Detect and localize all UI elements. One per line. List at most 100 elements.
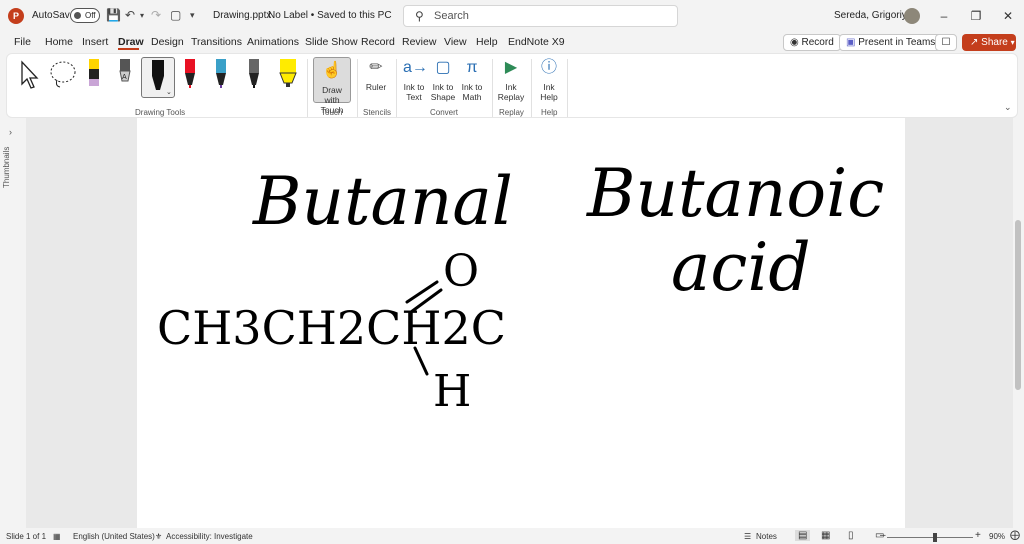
ink-word-acid: acid: [671, 229, 811, 306]
tab-file[interactable]: File: [14, 36, 31, 48]
close-icon[interactable]: ✕: [996, 6, 1020, 26]
title-bar: P AutoSave Off 💾 ↶ ▾ ↷ ▢ ▾ Drawing.pptx …: [0, 0, 1024, 32]
notes-icon[interactable]: ☰: [744, 532, 751, 541]
ink-to-math-label: Ink to Math: [461, 82, 483, 102]
tab-insert[interactable]: Insert: [82, 36, 108, 48]
sensitivity-label-status[interactable]: No Label • Saved to this PC: [268, 10, 392, 21]
select-cursor-icon[interactable]: [17, 60, 43, 90]
ink-replay-button[interactable]: ▶ Ink Replay: [496, 57, 526, 102]
expand-thumbnails-icon[interactable]: ›: [9, 127, 12, 137]
redo-icon[interactable]: ↷: [151, 8, 161, 22]
present-in-teams-label: Present in Teams: [858, 37, 936, 48]
draw-with-touch-button[interactable]: ☝ Draw with Touch: [313, 57, 351, 115]
zoom-slider-handle[interactable]: [933, 533, 937, 542]
avatar[interactable]: [904, 8, 920, 24]
black-pen-selected[interactable]: ⌄: [141, 57, 175, 98]
eraser-pen-icon[interactable]: A: [118, 59, 132, 89]
ruler-label: Ruler: [365, 82, 387, 92]
ink-to-shape-button[interactable]: ▢ Ink to Shape: [429, 57, 457, 102]
tab-animations[interactable]: Animations: [247, 36, 299, 48]
accessibility-icon[interactable]: ⚜: [155, 532, 162, 541]
ribbon-separator: [567, 59, 568, 117]
slide[interactable]: Butanal Butanoic acid CH3CH2CH2C O H: [137, 118, 905, 528]
touch-hand-icon: ☝: [322, 62, 342, 79]
tab-endnote[interactable]: EndNote X9: [508, 36, 565, 48]
ruler-icon: ✏: [369, 59, 383, 76]
group-label-replay: Replay: [499, 108, 524, 117]
present-from-start-icon[interactable]: ▢: [170, 8, 181, 22]
record-icon: ◉: [790, 37, 802, 48]
yellow-highlighter-icon[interactable]: [277, 59, 299, 91]
minimize-icon[interactable]: –: [932, 6, 956, 26]
ink-help-label: Ink Help: [540, 82, 558, 102]
save-icon[interactable]: 💾: [106, 8, 121, 22]
svg-text:A: A: [122, 74, 127, 81]
ribbon-separator: [307, 59, 308, 117]
collapse-ribbon-icon[interactable]: ⌄: [1004, 102, 1012, 113]
zoom-slider[interactable]: [887, 537, 973, 538]
reading-view-icon[interactable]: ▯: [848, 530, 854, 541]
ink-to-text-label: Ink to Text: [403, 82, 425, 102]
ribbon-draw: A ⌄ Drawing Tools ☝ Draw with Touch Touc…: [6, 53, 1018, 118]
status-bar: Slide 1 of 1 ▦ English (United States) ⚜…: [0, 528, 1024, 544]
restore-icon[interactable]: ❐: [964, 6, 988, 26]
group-label-drawing-tools: Drawing Tools: [135, 108, 186, 117]
ink-oxygen: O: [443, 246, 479, 297]
ruler-button[interactable]: ✏ Ruler: [362, 57, 390, 92]
search-input[interactable]: ⚲ Search: [403, 5, 678, 27]
svg-text:⌄: ⌄: [166, 89, 172, 96]
zoom-in-icon[interactable]: +: [975, 530, 981, 541]
galaxy-pen-icon[interactable]: [214, 59, 228, 91]
notes-button[interactable]: Notes: [756, 532, 777, 541]
zoom-out-icon[interactable]: –: [880, 530, 886, 541]
scrollbar-thumb[interactable]: [1015, 220, 1021, 390]
ink-to-shape-icon: ▢: [435, 59, 451, 76]
lasso-select-icon[interactable]: [47, 58, 79, 90]
powerpoint-logo-icon: P: [8, 8, 24, 24]
red-pen-icon[interactable]: [183, 59, 197, 91]
normal-view-icon[interactable]: ▤: [795, 530, 811, 541]
zoom-level[interactable]: 90%: [989, 532, 1005, 541]
ribbon-separator: [531, 59, 532, 117]
gray-pen-icon[interactable]: [247, 59, 261, 91]
tab-slideshow[interactable]: Slide Show: [305, 36, 358, 48]
tab-home[interactable]: Home: [45, 36, 73, 48]
ink-help-button[interactable]: ⓘ Ink Help: [536, 57, 562, 102]
tab-view[interactable]: View: [444, 36, 467, 48]
record-button[interactable]: ◉ Record: [783, 34, 841, 51]
ink-formula: CH3CH2CH2C: [157, 301, 506, 355]
group-label-help: Help: [541, 108, 558, 117]
accessibility-status[interactable]: Accessibility: Investigate: [166, 532, 253, 541]
undo-dropdown-icon[interactable]: ▾: [140, 11, 144, 20]
tab-review[interactable]: Review: [402, 36, 436, 48]
spelling-icon[interactable]: ▦: [53, 532, 61, 541]
thumbnails-label[interactable]: Thumbnails: [2, 147, 11, 188]
file-name[interactable]: Drawing.pptx: [213, 10, 271, 21]
autosave-label: AutoSave: [32, 10, 76, 21]
tab-draw[interactable]: Draw: [118, 36, 144, 48]
tab-design[interactable]: Design: [151, 36, 184, 48]
tab-record[interactable]: Record: [361, 36, 395, 48]
replay-icon: ▶: [504, 59, 518, 76]
language-status[interactable]: English (United States): [73, 532, 155, 541]
ink-word-butanoic: Butanoic: [586, 155, 884, 232]
undo-icon[interactable]: ↶: [125, 8, 135, 22]
ink-to-text-button[interactable]: a→ Ink to Text: [401, 57, 428, 102]
slide-sorter-icon[interactable]: ▦: [821, 530, 830, 541]
active-tab-indicator: [118, 48, 139, 50]
present-in-teams-button[interactable]: ▣ Present in Teams: [839, 34, 943, 51]
pencil-pen-icon[interactable]: [87, 59, 101, 89]
autosave-toggle[interactable]: Off: [70, 8, 100, 23]
record-label: Record: [801, 37, 834, 48]
comments-button[interactable]: ☐: [935, 34, 957, 51]
black-pen-icon: ⌄: [152, 60, 172, 96]
customize-qat-icon[interactable]: ▾: [190, 10, 195, 21]
share-button[interactable]: ↗ Share ▾: [962, 34, 1016, 51]
tab-transitions[interactable]: Transitions: [191, 36, 242, 48]
fit-slide-icon[interactable]: ⨁: [1010, 530, 1020, 541]
ribbon-separator: [396, 59, 397, 117]
tab-help[interactable]: Help: [476, 36, 498, 48]
comment-icon: ☐: [941, 37, 951, 48]
group-label-touch: Touch: [321, 108, 343, 117]
ink-to-math-button[interactable]: π Ink to Math: [458, 57, 486, 102]
